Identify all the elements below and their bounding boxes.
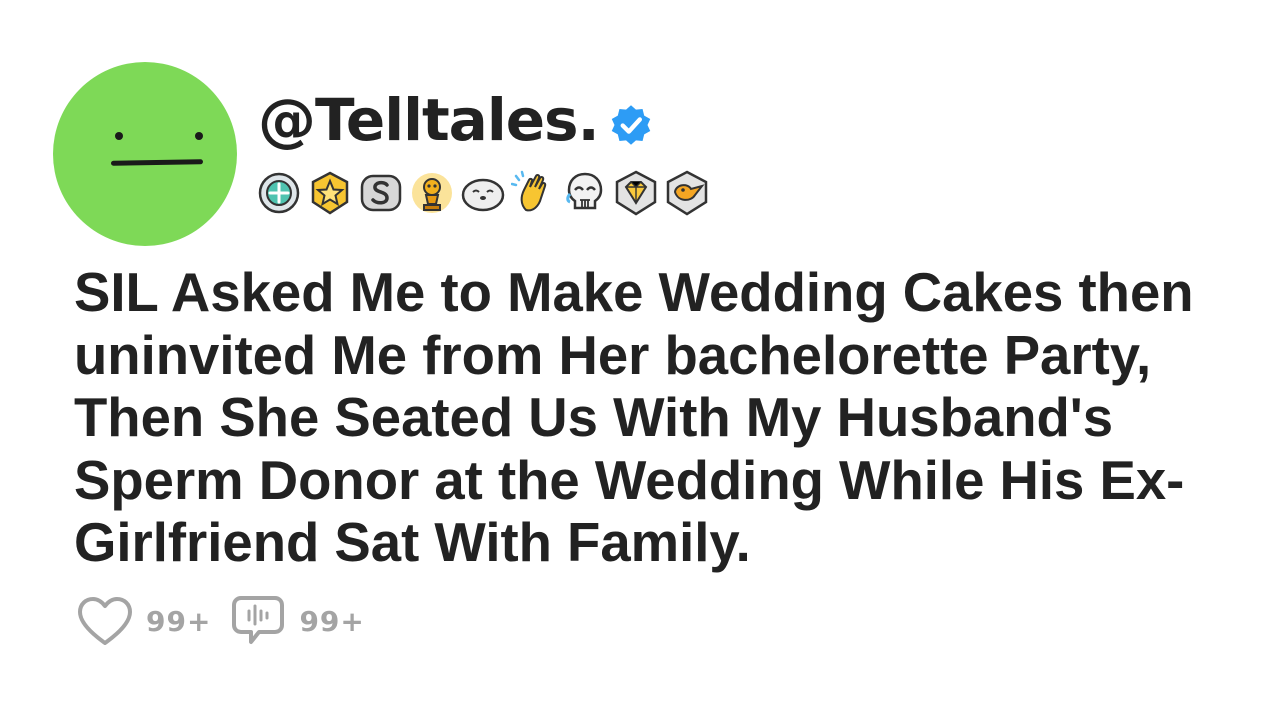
- gold-diamond-award-icon: [615, 170, 657, 216]
- clapping-hands-icon: [511, 170, 547, 212]
- comments-count: 99+: [299, 604, 365, 638]
- likes-count: 99+: [146, 604, 212, 638]
- seal-award-icon: [461, 178, 505, 212]
- post-title[interactable]: SIL Asked Me to Make Wedding Cakes then …: [74, 262, 1264, 575]
- gold-star-award-icon: [311, 171, 349, 215]
- post-actions: 99+ 99+: [76, 594, 383, 648]
- avatar-left-eye: [115, 132, 123, 140]
- avatar[interactable]: [53, 62, 237, 246]
- laughing-skull-icon: [566, 172, 603, 210]
- compass-award-icon: [258, 172, 300, 214]
- comment-icon[interactable]: [229, 594, 287, 648]
- author-row: @Telltales.: [258, 84, 653, 156]
- silver-s-award-icon: [360, 174, 402, 212]
- duck-award-icon: [666, 170, 708, 216]
- avatar-mouth: [110, 159, 204, 166]
- avatar-right-eye: [195, 132, 203, 140]
- award-badges: [256, 170, 710, 216]
- author-handle[interactable]: @Telltales.: [258, 91, 600, 149]
- gold-snoo-trophy-icon: [412, 173, 452, 213]
- verified-badge-icon: [611, 105, 650, 145]
- heart-icon[interactable]: [76, 595, 134, 647]
